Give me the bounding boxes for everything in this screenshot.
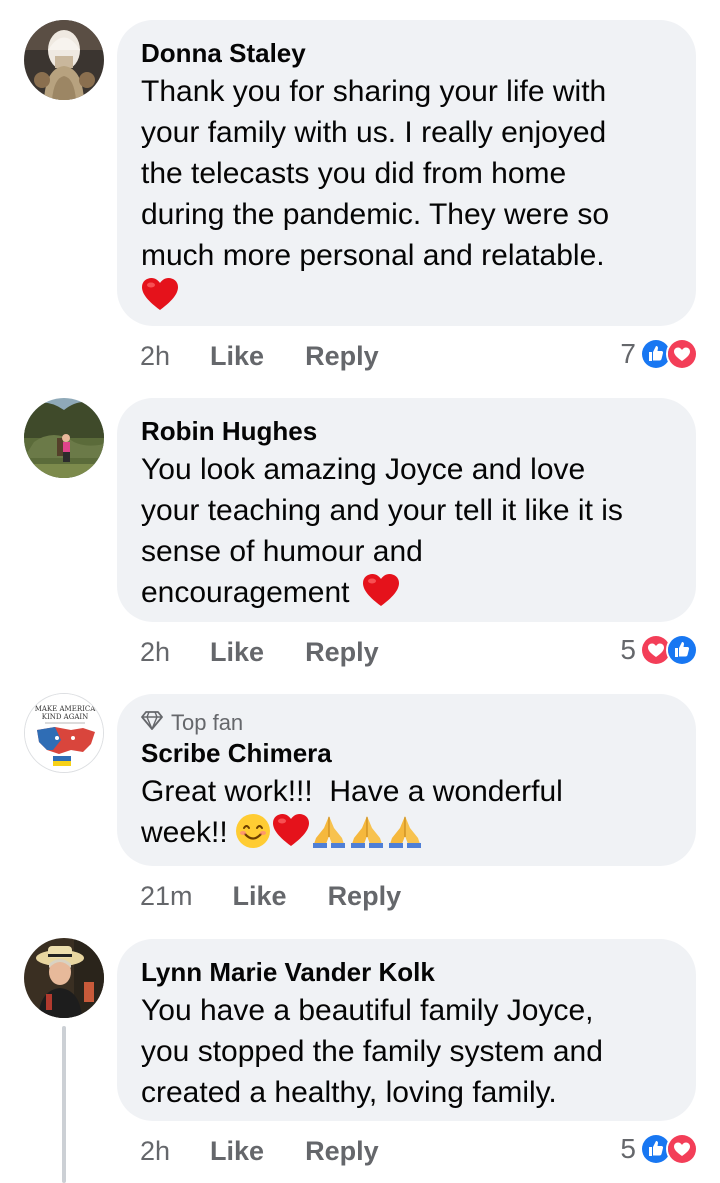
comment-timestamp[interactable]: 2h <box>140 1136 170 1167</box>
top-fan-badge: Top fan <box>141 710 672 736</box>
comment-text-line: created a healthy, loving family. <box>141 1076 557 1109</box>
avatar[interactable] <box>24 20 104 100</box>
folded-hands-emoji <box>348 812 386 850</box>
reaction-count: 5 <box>620 634 636 665</box>
comment-text: Great work!!! Have a wonderful week!! <box>141 771 672 853</box>
folded-hands-emoji <box>310 812 348 850</box>
like-button[interactable]: Like <box>210 341 264 372</box>
comments-feed: Donna Staley Thank you for sharing your … <box>0 0 720 1183</box>
comment-bubble: Top fan Scribe Chimera Great work!!! Hav… <box>117 694 696 866</box>
reaction-summary[interactable]: 5 <box>620 630 698 670</box>
comment-text-line: Great work!!! Have a wonderful <box>141 775 563 808</box>
comment-timestamp[interactable]: 2h <box>140 341 170 372</box>
comment-actions: 2h Like Reply <box>140 336 379 376</box>
comment-author[interactable]: Lynn Marie Vander Kolk <box>141 955 672 989</box>
comment-text-line: week!! <box>141 816 228 849</box>
avatar[interactable]: MAKE AMERICA KIND AGAIN <box>24 693 104 773</box>
comment-text-line: the telecasts you did from home <box>141 157 567 190</box>
like-button[interactable]: Like <box>233 881 287 912</box>
like-button[interactable]: Like <box>210 1136 264 1167</box>
badge-label: Top fan <box>171 710 244 735</box>
reaction-summary[interactable]: 7 <box>620 334 698 374</box>
comment-actions: 2h Like Reply <box>140 632 379 672</box>
avatar-text: KIND AGAIN <box>42 713 89 721</box>
comment-bubble: Robin Hughes You look amazing Joyce and … <box>117 398 696 622</box>
comment-author[interactable]: Scribe Chimera <box>141 736 672 770</box>
smiling-face-emoji <box>234 812 272 850</box>
comment-text-line: during the pandemic. They were so <box>141 198 610 231</box>
comment-bubble: Lynn Marie Vander Kolk You have a beauti… <box>117 939 696 1121</box>
reaction-count: 7 <box>620 338 636 369</box>
comment-text: You have a beautiful family Joyce, you s… <box>141 990 672 1113</box>
comment-text-line: sense of humour and <box>141 535 423 568</box>
comment-actions: 21m Like Reply <box>140 876 401 916</box>
red-heart-emoji <box>272 812 310 850</box>
comment-text-line: encouragement <box>141 576 350 609</box>
reply-button[interactable]: Reply <box>328 881 402 912</box>
reply-button[interactable]: Reply <box>305 1136 379 1167</box>
like-reaction-icon <box>666 634 698 666</box>
comment-author[interactable]: Donna Staley <box>141 36 672 70</box>
avatar-text: MAKE AMERICA <box>35 705 97 713</box>
diamond-icon <box>141 709 171 737</box>
avatar[interactable] <box>24 938 104 1018</box>
comment-bubble: Donna Staley Thank you for sharing your … <box>117 20 696 326</box>
love-reaction-icon <box>666 338 698 370</box>
comment-text-line: much more personal and relatable. <box>141 239 605 272</box>
comment-text-line: your family with us. I really enjoyed <box>141 116 607 149</box>
reaction-summary[interactable]: 5 <box>620 1129 698 1169</box>
avatar[interactable] <box>24 398 104 478</box>
reply-button[interactable]: Reply <box>305 637 379 668</box>
emoji-sequence <box>234 812 424 850</box>
thread-line <box>62 1026 66 1183</box>
comment-text-line: your teaching and your tell it like it i… <box>141 494 623 527</box>
comment-text-line: You have a beautiful family Joyce, <box>141 994 594 1027</box>
comment-timestamp[interactable]: 21m <box>140 881 193 912</box>
comment-text-line: you stopped the family system and <box>141 1035 603 1068</box>
like-button[interactable]: Like <box>210 637 264 668</box>
comment-text: Thank you for sharing your life with you… <box>141 71 672 317</box>
comment-text-line: You look amazing Joyce and love <box>141 453 586 486</box>
comment-actions: 2h Like Reply <box>140 1131 379 1171</box>
red-heart-emoji <box>362 573 400 609</box>
reply-button[interactable]: Reply <box>305 341 379 372</box>
comment-author[interactable]: Robin Hughes <box>141 414 672 448</box>
comment-text-line: Thank you for sharing your life with <box>141 75 607 108</box>
love-reaction-icon <box>666 1133 698 1165</box>
comment-text: You look amazing Joyce and love your tea… <box>141 449 672 613</box>
red-heart-emoji <box>141 277 179 313</box>
comment-timestamp[interactable]: 2h <box>140 637 170 668</box>
reaction-count: 5 <box>620 1133 636 1164</box>
folded-hands-emoji <box>386 812 424 850</box>
